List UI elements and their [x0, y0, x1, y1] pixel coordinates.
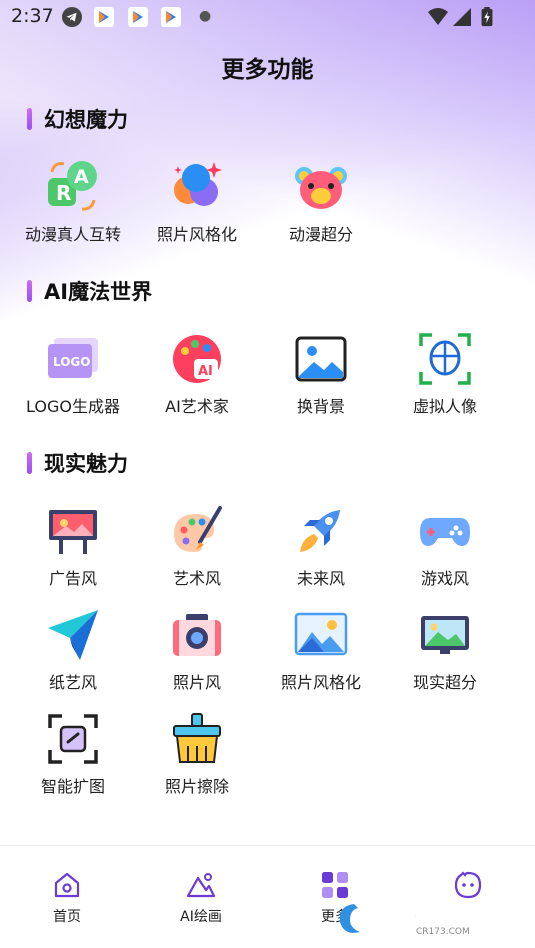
section-accent-bar — [27, 108, 32, 130]
page-title: 更多功能 — [221, 57, 314, 83]
status-time: 2:37 — [11, 5, 54, 27]
more-grid-icon — [322, 872, 348, 898]
profile-face-icon — [454, 871, 482, 899]
feature-label: 艺术风 — [172, 569, 221, 588]
app-icon — [94, 7, 114, 27]
section-header: 幻想魔力 — [27, 106, 128, 132]
watermark-logo: 西西软件园 CR173.COM — [339, 903, 470, 937]
palette-icon — [174, 506, 222, 552]
feature-label: 未来风 — [296, 569, 345, 588]
notification-dot-icon: ● — [199, 8, 212, 24]
wifi-icon — [428, 8, 448, 25]
ai-artist-icon: AI — [173, 335, 221, 383]
section-header: 现实魅力 — [27, 450, 128, 476]
feature-photo-stylize[interactable]: 照片风格化 — [135, 160, 259, 245]
feature-rocket[interactable]: 未来风 — [259, 504, 383, 589]
feature-label: 智能扩图 — [40, 777, 105, 796]
billboard-icon — [49, 510, 97, 554]
virtual-portrait-icon — [419, 333, 471, 385]
feature-virtual-portrait[interactable]: 虚拟人像 — [383, 332, 507, 417]
feature-label: LOGO生成器 — [26, 397, 120, 416]
anime-real-swap-icon: R A — [48, 161, 97, 211]
nav-tab-home[interactable]: 首页 — [0, 870, 134, 926]
feature-label: 照片擦除 — [164, 777, 229, 796]
app-icon — [128, 7, 148, 27]
feature-camera[interactable]: 照片风 — [135, 608, 259, 693]
svg-text:西西软件园: 西西软件园 — [362, 903, 462, 927]
feature-billboard[interactable]: 广告风 — [11, 504, 135, 589]
feature-label: 现实超分 — [412, 673, 477, 692]
signal-icon — [453, 8, 471, 26]
svg-text:CR173.COM: CR173.COM — [416, 927, 470, 937]
feature-label: 照片风 — [172, 673, 221, 692]
feature-label: 纸艺风 — [48, 673, 97, 692]
feature-label: 虚拟人像 — [412, 397, 477, 416]
logo-generator-icon: LOGO — [48, 338, 98, 378]
feature-monitor-landscape[interactable]: 现实超分 — [383, 608, 507, 693]
brush-eraser-icon — [173, 713, 221, 763]
feature-palette[interactable]: 艺术风 — [135, 504, 259, 589]
telegram-icon — [62, 7, 82, 27]
section-title: 幻想魔力 — [44, 108, 128, 132]
section-accent-bar — [27, 280, 32, 302]
feature-label: 换背景 — [296, 397, 345, 416]
feature-label: 照片风格化 — [156, 225, 237, 244]
status-bar: 2:37 ● — [0, 0, 535, 34]
change-background-icon — [295, 336, 347, 382]
photo-stylize-icon — [174, 162, 222, 206]
svg-text:R: R — [56, 181, 71, 205]
feature-anime-super-res[interactable]: 动漫超分 — [259, 160, 383, 245]
feature-anime-real-swap[interactable]: R A 动漫真人互转 — [11, 160, 135, 245]
section-title: 现实魅力 — [44, 452, 128, 476]
svg-text:A: A — [74, 166, 89, 188]
paper-plane-icon — [48, 610, 98, 660]
feature-label: 游戏风 — [420, 569, 469, 588]
feature-label: 照片风格化 — [280, 673, 361, 692]
svg-text:LOGO: LOGO — [53, 355, 90, 369]
anime-super-res-icon — [295, 167, 347, 209]
feature-landscape-photo[interactable]: 照片风格化 — [259, 608, 383, 693]
feature-change-background[interactable]: 换背景 — [259, 332, 383, 417]
rocket-icon — [300, 510, 340, 552]
feature-brush-eraser[interactable]: 照片擦除 — [135, 712, 259, 797]
section-header: AI魔法世界 — [27, 278, 152, 304]
app-icon — [161, 7, 181, 27]
nav-label: AI绘画 — [180, 909, 222, 925]
svg-text:AI: AI — [198, 364, 213, 379]
monitor-landscape-icon — [421, 616, 469, 654]
feature-ai-artist[interactable]: AI AI艺术家 — [135, 332, 259, 417]
home-icon — [54, 872, 80, 898]
section-accent-bar — [27, 452, 32, 474]
ai-painting-icon — [186, 873, 216, 898]
section-title: AI魔法世界 — [44, 280, 153, 304]
feature-label: AI艺术家 — [165, 397, 229, 416]
feature-label: 广告风 — [48, 569, 97, 588]
nav-label: 首页 — [53, 909, 81, 925]
feature-label: 动漫真人互转 — [24, 225, 121, 244]
smart-expand-icon — [48, 714, 98, 764]
battery-icon — [481, 7, 493, 27]
gamepad-icon — [420, 518, 470, 546]
feature-smart-expand[interactable]: 智能扩图 — [11, 712, 135, 797]
landscape-photo-icon — [294, 612, 348, 656]
camera-icon — [173, 614, 221, 656]
feature-label: 动漫超分 — [288, 225, 353, 244]
nav-tab-ai-painting[interactable]: AI绘画 — [134, 870, 268, 926]
feature-paper-plane[interactable]: 纸艺风 — [11, 608, 135, 693]
feature-gamepad[interactable]: 游戏风 — [383, 504, 507, 589]
feature-logo-generator[interactable]: LOGO LOGO生成器 — [11, 332, 135, 417]
